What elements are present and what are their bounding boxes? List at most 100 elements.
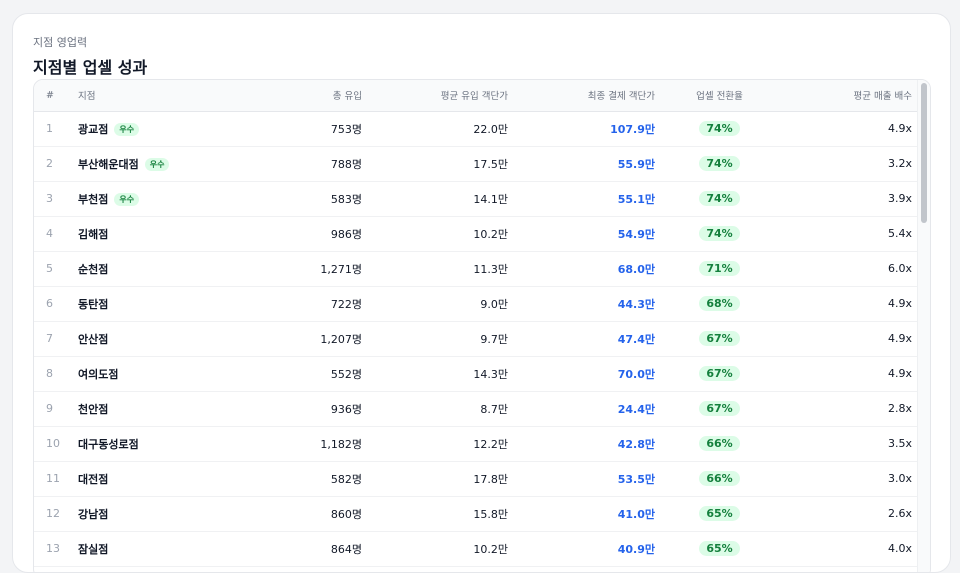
branch-name-cell: 김해점 bbox=[74, 216, 205, 252]
total-inflow: 1,271명 bbox=[205, 251, 369, 287]
conversion-cell: 66% bbox=[662, 426, 777, 462]
branch-name: 대구동성로점 bbox=[78, 437, 139, 451]
revenue-multiplier: 2.8x bbox=[777, 391, 919, 427]
total-inflow: 1,207명 bbox=[205, 321, 369, 357]
final-price: 24.4만 bbox=[515, 391, 662, 427]
avg-inflow-price: 9.0만 bbox=[369, 286, 515, 322]
avg-inflow-price: 14.1만 bbox=[369, 181, 515, 217]
scrollbar-thumb[interactable] bbox=[921, 83, 927, 223]
row-index: 6 bbox=[34, 286, 74, 322]
table-row[interactable]: 8 여의도점 552명 14.3만 70.0만 67% 4.9x bbox=[34, 356, 919, 392]
table-row[interactable]: 12 강남점 860명 15.8만 41.0만 65% 2.6x bbox=[34, 496, 919, 532]
total-inflow: 753명 bbox=[205, 111, 369, 147]
col-header-index[interactable]: # bbox=[34, 80, 74, 112]
conversion-rate-pill: 71% bbox=[699, 261, 740, 276]
card-title: 지점별 업셀 성과 bbox=[33, 58, 148, 77]
section-eyebrow: 지점 영업력 bbox=[33, 36, 88, 49]
conversion-cell: 66% bbox=[662, 461, 777, 497]
branch-table-container: # 지점 총 유입 평균 유입 객단가 최종 결제 객단가 업셀 전환율 평균 … bbox=[33, 79, 931, 572]
conversion-rate-pill: 65% bbox=[699, 541, 740, 556]
row-index: 1 bbox=[34, 111, 74, 147]
total-inflow: 864명 bbox=[205, 531, 369, 567]
total-inflow: 722명 bbox=[205, 286, 369, 322]
table-row[interactable]: 9 천안점 936명 8.7만 24.4만 67% 2.8x bbox=[34, 391, 919, 427]
avg-inflow-price: 11.3만 bbox=[369, 251, 515, 287]
total-inflow: 860명 bbox=[205, 496, 369, 532]
branch-name: 잠실점 bbox=[78, 542, 109, 556]
avg-inflow-price: 15.8만 bbox=[369, 496, 515, 532]
row-index: 11 bbox=[34, 461, 74, 497]
branch-name-cell: 부산해운대점 우수 bbox=[74, 146, 205, 182]
row-index: 10 bbox=[34, 426, 74, 462]
branch-name: 강남점 bbox=[78, 507, 109, 521]
table-body: 1 광교점 우수 753명 22.0만 107.9만 74% 4.9x 2 부산해운대점 우수 788… bbox=[34, 111, 919, 567]
final-price: 53.5만 bbox=[515, 461, 662, 497]
conversion-cell: 65% bbox=[662, 531, 777, 567]
revenue-multiplier: 5.4x bbox=[777, 216, 919, 252]
revenue-multiplier: 3.0x bbox=[777, 461, 919, 497]
branch-name-cell: 잠실점 bbox=[74, 531, 205, 567]
conversion-rate-pill: 66% bbox=[699, 471, 740, 486]
final-price: 54.9만 bbox=[515, 216, 662, 252]
total-inflow: 1,182명 bbox=[205, 426, 369, 462]
avg-inflow-price: 14.3만 bbox=[369, 356, 515, 392]
conversion-rate-pill: 65% bbox=[699, 506, 740, 521]
branch-name: 부산해운대점 bbox=[78, 157, 139, 171]
revenue-multiplier: 6.0x bbox=[777, 251, 919, 287]
table-row[interactable]: 6 동탄점 722명 9.0만 44.3만 68% 4.9x bbox=[34, 286, 919, 322]
table-row[interactable]: 13 잠실점 864명 10.2만 40.9만 65% 4.0x bbox=[34, 531, 919, 567]
conversion-rate-pill: 74% bbox=[699, 226, 740, 241]
table-row[interactable]: 1 광교점 우수 753명 22.0만 107.9만 74% 4.9x bbox=[34, 111, 919, 147]
branch-name: 여의도점 bbox=[78, 367, 119, 381]
conversion-cell: 71% bbox=[662, 251, 777, 287]
final-price: 68.0만 bbox=[515, 251, 662, 287]
table-row[interactable]: 4 김해점 986명 10.2만 54.9만 74% 5.4x bbox=[34, 216, 919, 252]
avg-inflow-price: 17.8만 bbox=[369, 461, 515, 497]
row-index: 12 bbox=[34, 496, 74, 532]
col-header-avg-inflow-price[interactable]: 평균 유입 객단가 bbox=[369, 80, 515, 112]
branch-name: 김해점 bbox=[78, 227, 109, 241]
excellent-badge: 우수 bbox=[144, 157, 170, 171]
total-inflow: 582명 bbox=[205, 461, 369, 497]
table-scrollbar[interactable] bbox=[917, 80, 930, 572]
final-price: 47.4만 bbox=[515, 321, 662, 357]
final-price: 107.9만 bbox=[515, 111, 662, 147]
conversion-cell: 67% bbox=[662, 391, 777, 427]
conversion-cell: 74% bbox=[662, 216, 777, 252]
conversion-cell: 74% bbox=[662, 111, 777, 147]
branch-name: 순천점 bbox=[78, 262, 109, 276]
col-header-branch[interactable]: 지점 bbox=[74, 80, 205, 112]
table-row[interactable]: 7 안산점 1,207명 9.7만 47.4만 67% 4.9x bbox=[34, 321, 919, 357]
conversion-rate-pill: 67% bbox=[699, 331, 740, 346]
revenue-multiplier: 4.9x bbox=[777, 286, 919, 322]
final-price: 42.8만 bbox=[515, 426, 662, 462]
branch-name-cell: 부천점 우수 bbox=[74, 181, 205, 217]
final-price: 41.0만 bbox=[515, 496, 662, 532]
table-row[interactable]: 3 부천점 우수 583명 14.1만 55.1만 74% 3.9x bbox=[34, 181, 919, 217]
revenue-multiplier: 2.6x bbox=[777, 496, 919, 532]
branch-name-cell: 동탄점 bbox=[74, 286, 205, 322]
table-row[interactable]: 5 순천점 1,271명 11.3만 68.0만 71% 6.0x bbox=[34, 251, 919, 287]
col-header-conversion[interactable]: 업셀 전환율 bbox=[662, 80, 777, 112]
table-row[interactable]: 11 대전점 582명 17.8만 53.5만 66% 3.0x bbox=[34, 461, 919, 497]
table-row[interactable]: 2 부산해운대점 우수 788명 17.5만 55.9만 74% 3.2x bbox=[34, 146, 919, 182]
col-header-multiplier[interactable]: 평균 매출 배수 bbox=[777, 80, 919, 112]
final-price: 40.9만 bbox=[515, 531, 662, 567]
branch-name: 광교점 bbox=[78, 122, 109, 136]
branch-name-cell: 안산점 bbox=[74, 321, 205, 357]
col-header-total-inflow[interactable]: 총 유입 bbox=[205, 80, 369, 112]
avg-inflow-price: 22.0만 bbox=[369, 111, 515, 147]
table-row[interactable]: 10 대구동성로점 1,182명 12.2만 42.8만 66% 3.5x bbox=[34, 426, 919, 462]
revenue-multiplier: 4.0x bbox=[777, 531, 919, 567]
conversion-rate-pill: 67% bbox=[699, 401, 740, 416]
final-price: 55.9만 bbox=[515, 146, 662, 182]
avg-inflow-price: 9.7만 bbox=[369, 321, 515, 357]
conversion-rate-pill: 68% bbox=[699, 296, 740, 311]
branch-name: 동탄점 bbox=[78, 297, 109, 311]
branch-name-cell: 여의도점 bbox=[74, 356, 205, 392]
total-inflow: 986명 bbox=[205, 216, 369, 252]
conversion-rate-pill: 67% bbox=[699, 366, 740, 381]
branch-name-cell: 순천점 bbox=[74, 251, 205, 287]
col-header-final-price[interactable]: 최종 결제 객단가 bbox=[515, 80, 662, 112]
total-inflow: 788명 bbox=[205, 146, 369, 182]
